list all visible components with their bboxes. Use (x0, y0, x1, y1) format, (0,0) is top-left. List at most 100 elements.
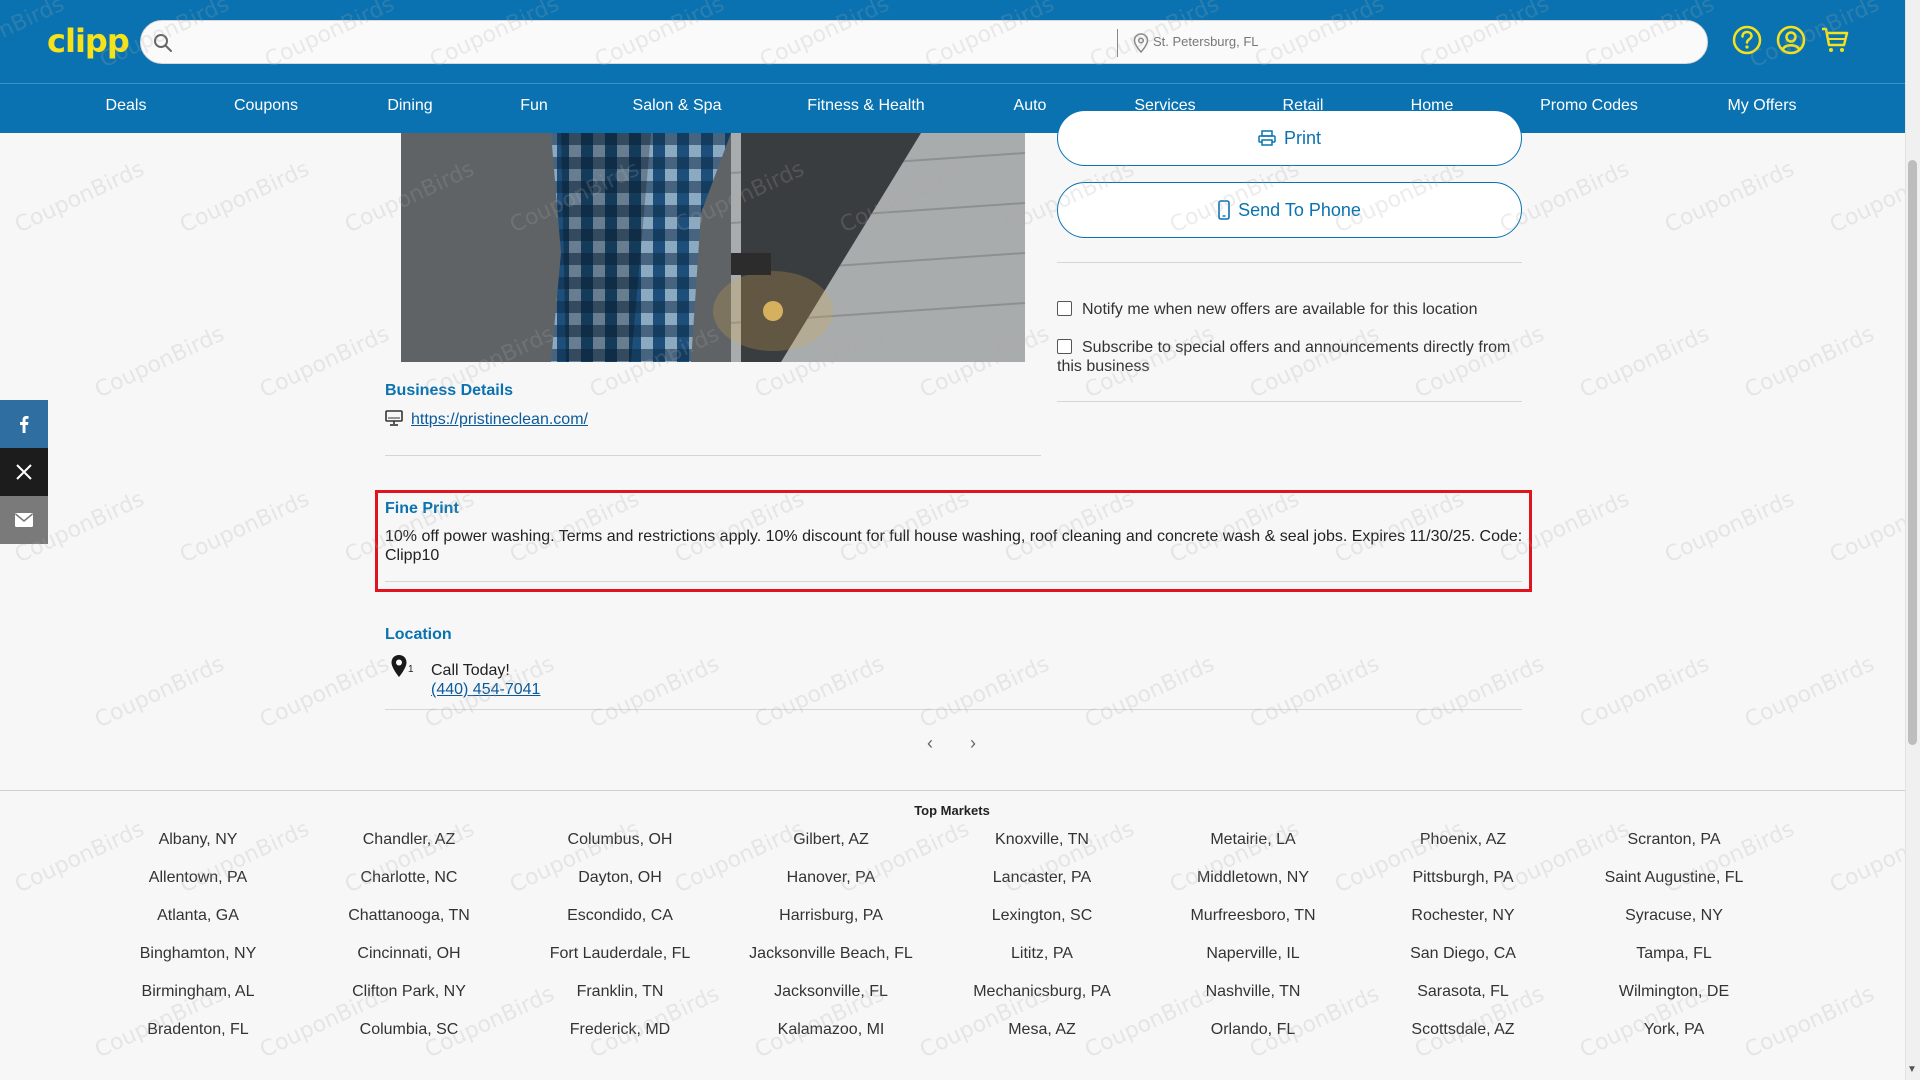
send-to-phone-label: Send To Phone (1238, 199, 1361, 220)
market-link[interactable]: Charlotte, NC (361, 869, 458, 887)
share-x-button[interactable] (0, 448, 48, 496)
market-link[interactable]: Albany, NY (159, 831, 238, 849)
send-to-phone-button[interactable]: Send To Phone (1057, 182, 1522, 238)
market-link[interactable]: Tampa, FL (1636, 945, 1712, 963)
market-link[interactable]: Clifton Park, NY (352, 983, 466, 1001)
x-icon (16, 464, 32, 480)
nav-promo-codes[interactable]: Promo Codes (1540, 97, 1638, 115)
business-website-link[interactable]: https://pristineclean.com/ (411, 411, 588, 429)
market-link[interactable]: Fort Lauderdale, FL (550, 945, 691, 963)
market-link[interactable]: Scottsdale, AZ (1411, 1021, 1514, 1039)
footer-divider (0, 790, 1905, 791)
watermark-text: CouponBirds (11, 156, 149, 239)
nav-my-offers[interactable]: My Offers (1727, 97, 1796, 115)
market-link[interactable]: Escondido, CA (567, 907, 673, 925)
watermark-text: CouponBirds (176, 486, 314, 569)
market-link[interactable]: Saint Augustine, FL (1605, 869, 1744, 887)
market-link[interactable]: Lexington, SC (992, 907, 1093, 925)
divider (1057, 262, 1522, 263)
nav-salon-spa[interactable]: Salon & Spa (633, 97, 722, 115)
market-link[interactable]: York, PA (1644, 1021, 1704, 1039)
notify-option: Notify me when new offers are available … (1057, 300, 1527, 319)
market-link[interactable]: Dayton, OH (578, 869, 662, 887)
market-link[interactable]: Metairie, LA (1210, 831, 1295, 849)
market-link[interactable]: Jacksonville, FL (774, 983, 888, 1001)
market-link[interactable]: Orlando, FL (1211, 1021, 1295, 1039)
nav-fun[interactable]: Fun (520, 97, 548, 115)
nav-auto[interactable]: Auto (1014, 97, 1047, 115)
phone-number-link[interactable]: (440) 454-7041 (431, 681, 540, 699)
market-link[interactable]: Allentown, PA (149, 869, 247, 887)
market-link[interactable]: Wilmington, DE (1619, 983, 1729, 1001)
market-link[interactable]: Mechanicsburg, PA (973, 983, 1111, 1001)
nav-deals[interactable]: Deals (106, 97, 147, 115)
market-link[interactable]: Columbus, OH (568, 831, 673, 849)
nav-fitness-health[interactable]: Fitness & Health (807, 97, 924, 115)
market-link[interactable]: Hanover, PA (787, 869, 876, 887)
printer-icon (1258, 130, 1276, 146)
market-link[interactable]: San Diego, CA (1410, 945, 1516, 963)
search-input[interactable] (185, 27, 1185, 59)
market-link[interactable]: Jacksonville Beach, FL (749, 945, 913, 963)
market-link[interactable]: Kalamazoo, MI (778, 1021, 885, 1039)
watermark-text: CouponBirds (1661, 156, 1799, 239)
market-link[interactable]: Scranton, PA (1627, 831, 1720, 849)
watermark-text: CouponBirds (1741, 981, 1879, 1064)
market-link[interactable]: Middletown, NY (1197, 869, 1309, 887)
watermark-text: CouponBirds (1576, 651, 1714, 734)
clipp-logo[interactable]: clipp (47, 22, 130, 60)
share-email-button[interactable] (0, 496, 48, 544)
market-link[interactable]: Knoxville, TN (995, 831, 1089, 849)
market-link[interactable]: Phoenix, AZ (1420, 831, 1506, 849)
market-link[interactable]: Bradenton, FL (147, 1021, 248, 1039)
scrollbar-thumb[interactable] (1908, 160, 1917, 745)
watermark-text: CouponBirds (256, 651, 394, 734)
market-link[interactable]: Chattanooga, TN (348, 907, 470, 925)
market-link[interactable]: Pittsburgh, PA (1412, 869, 1513, 887)
market-link[interactable]: Naperville, IL (1206, 945, 1299, 963)
search-icon[interactable] (153, 33, 173, 53)
account-icon[interactable] (1775, 24, 1807, 56)
nav-dining[interactable]: Dining (387, 97, 432, 115)
notify-label: Notify me when new offers are available … (1082, 301, 1478, 318)
location-input[interactable]: St. Petersburg, FL (1153, 34, 1259, 49)
market-link[interactable]: Cincinnati, OH (357, 945, 460, 963)
share-facebook-button[interactable] (0, 400, 48, 448)
watermark-text: CouponBirds (1576, 321, 1714, 404)
watermark-text: CouponBirds (1081, 651, 1219, 734)
market-link[interactable]: Sarasota, FL (1417, 983, 1509, 1001)
divider (385, 455, 1041, 456)
market-link[interactable]: Harrisburg, PA (779, 907, 883, 925)
market-link[interactable]: Lititz, PA (1011, 945, 1073, 963)
watermark-text: CouponBirds (916, 651, 1054, 734)
market-link[interactable]: Binghamton, NY (140, 945, 257, 963)
market-link[interactable]: Columbia, SC (360, 1021, 459, 1039)
subscribe-checkbox[interactable] (1057, 339, 1072, 354)
market-link[interactable]: Mesa, AZ (1008, 1021, 1076, 1039)
cart-icon[interactable] (1819, 24, 1851, 56)
market-link[interactable]: Rochester, NY (1411, 907, 1514, 925)
watermark-text: CouponBirds (751, 651, 889, 734)
print-button[interactable]: Print (1057, 110, 1522, 166)
watermark-text: CouponBirds (1741, 321, 1879, 404)
market-link[interactable]: Gilbert, AZ (793, 831, 869, 849)
market-link[interactable]: Frederick, MD (570, 1021, 670, 1039)
market-link[interactable]: Lancaster, PA (993, 869, 1091, 887)
market-link[interactable]: Atlanta, GA (157, 907, 239, 925)
next-arrow-icon[interactable]: › (970, 733, 976, 754)
market-link[interactable]: Nashville, TN (1206, 983, 1301, 1001)
nav-coupons[interactable]: Coupons (234, 97, 298, 115)
notify-checkbox[interactable] (1057, 301, 1072, 316)
help-icon[interactable] (1731, 24, 1763, 56)
market-link[interactable]: Syracuse, NY (1625, 907, 1723, 925)
watermark-text: CouponBirds (1411, 651, 1549, 734)
market-link[interactable]: Chandler, AZ (363, 831, 456, 849)
prev-arrow-icon[interactable]: ‹ (927, 733, 933, 754)
market-link[interactable]: Birmingham, AL (142, 983, 255, 1001)
scroll-down-arrow-icon[interactable]: ▼ (1907, 1064, 1917, 1075)
watermark-text: CouponBirds (586, 651, 724, 734)
market-link[interactable]: Murfreesboro, TN (1190, 907, 1315, 925)
search-bar[interactable]: St. Petersburg, FL (140, 20, 1708, 64)
market-link[interactable]: Franklin, TN (577, 983, 664, 1001)
watermark-text: CouponBirds (1826, 816, 1905, 899)
